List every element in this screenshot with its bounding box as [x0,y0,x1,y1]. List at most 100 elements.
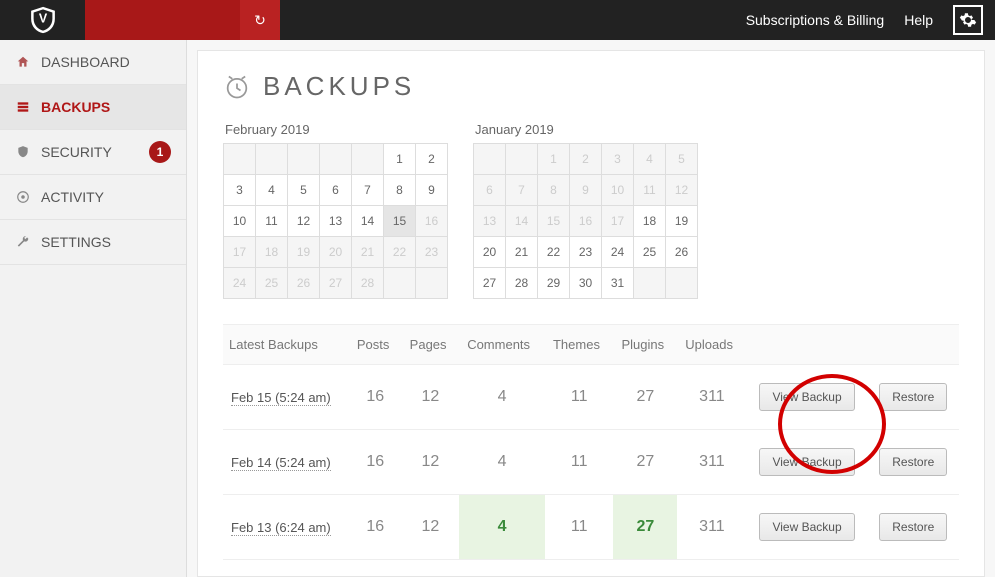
help-link[interactable]: Help [904,12,933,28]
calendar-day[interactable]: 19 [666,206,698,237]
backup-date[interactable]: Feb 14 (5:24 am) [223,430,349,495]
calendar-day[interactable]: 14 [352,206,384,237]
view-backup-button[interactable]: View Backup [759,513,854,541]
sidebar-item-label: BACKUPS [41,99,110,115]
calendar-day[interactable]: 31 [602,268,634,299]
calendar-day[interactable]: 26 [666,237,698,268]
calendar-day[interactable]: 25 [256,268,288,299]
calendar-day[interactable]: 17 [224,237,256,268]
calendar-day[interactable]: 16 [570,206,602,237]
cell-plugins: 27 [613,430,677,495]
table-row: Feb 13 (6:24 am)161241127311View BackupR… [223,495,959,560]
calendar-day[interactable]: 18 [634,206,666,237]
calendar-day[interactable]: 22 [384,237,416,268]
cell-pages: 12 [402,495,460,560]
sidebar-item-dashboard[interactable]: DASHBOARD [0,40,186,85]
calendar-day[interactable]: 8 [538,175,570,206]
calendar-day[interactable]: 11 [634,175,666,206]
calendar-day[interactable]: 1 [538,144,570,175]
backup-date[interactable]: Feb 15 (5:24 am) [223,365,349,430]
calendar-day[interactable]: 9 [570,175,602,206]
calendar-title: January 2019 [473,122,698,137]
calendar-day[interactable]: 4 [634,144,666,175]
sidebar-item-activity[interactable]: ACTIVITY [0,175,186,220]
calendars: February 2019 12345678910111213141516171… [223,122,959,299]
calendar-day[interactable]: 5 [666,144,698,175]
cell-comments: 4 [459,495,545,560]
calendar-day[interactable]: 20 [320,237,352,268]
calendar-title: February 2019 [223,122,448,137]
calendar-day[interactable]: 11 [256,206,288,237]
calendar-day[interactable]: 28 [506,268,538,299]
calendar-day[interactable]: 29 [538,268,570,299]
calendar-day[interactable]: 2 [416,144,448,175]
calendar-day[interactable]: 20 [474,237,506,268]
calendar-day[interactable]: 17 [602,206,634,237]
calendar-day[interactable]: 3 [224,175,256,206]
calendar-day[interactable]: 5 [288,175,320,206]
calendar-day[interactable]: 27 [474,268,506,299]
calendar-day[interactable]: 24 [224,268,256,299]
calendar-day[interactable]: 28 [352,268,384,299]
calendar-day[interactable]: 18 [256,237,288,268]
calendar-day [666,268,698,299]
calendar-day[interactable]: 1 [384,144,416,175]
calendar-day[interactable]: 8 [384,175,416,206]
logo[interactable]: V [0,0,85,40]
calendar-day[interactable]: 6 [320,175,352,206]
calendar-day[interactable]: 24 [602,237,634,268]
calendar-day[interactable]: 13 [474,206,506,237]
calendar-day[interactable]: 7 [352,175,384,206]
restore-button[interactable]: Restore [879,513,947,541]
calendar-day[interactable]: 21 [506,237,538,268]
calendar-day[interactable]: 2 [570,144,602,175]
col-pages: Pages [402,325,460,365]
restore-button[interactable]: Restore [879,383,947,411]
calendar-jan: January 2019 123456789101112131415161718… [473,122,698,299]
calendar-day[interactable]: 3 [602,144,634,175]
sidebar-item-security[interactable]: SECURITY 1 [0,130,186,175]
cell-themes: 11 [545,430,614,495]
sidebar-item-backups[interactable]: BACKUPS [0,85,186,130]
calendar-day[interactable]: 10 [602,175,634,206]
calendar-day[interactable]: 7 [506,175,538,206]
calendar-day[interactable]: 13 [320,206,352,237]
calendar-day[interactable]: 23 [570,237,602,268]
calendar-day[interactable]: 9 [416,175,448,206]
calendar-day[interactable]: 16 [416,206,448,237]
subscriptions-link[interactable]: Subscriptions & Billing [746,12,885,28]
calendar-day[interactable]: 22 [538,237,570,268]
backup-date[interactable]: Feb 13 (6:24 am) [223,495,349,560]
settings-gear-button[interactable] [953,5,983,35]
calendar-day[interactable]: 15 [384,206,416,237]
calendar-day[interactable]: 10 [224,206,256,237]
calendar-day[interactable]: 19 [288,237,320,268]
calendar-day[interactable]: 23 [416,237,448,268]
calendar-day[interactable]: 14 [506,206,538,237]
home-icon [15,54,31,70]
calendar-day[interactable]: 30 [570,268,602,299]
restore-button[interactable]: Restore [879,448,947,476]
sidebar: DASHBOARD BACKUPS SECURITY 1 ACTIVITY SE… [0,40,187,577]
refresh-button[interactable]: ↻ [240,0,280,40]
calendar-grid[interactable]: 1234567891011121314151617181920212223242… [223,143,448,299]
calendar-day[interactable]: 26 [288,268,320,299]
calendar-day [320,144,352,175]
table-header-row: Latest Backups Posts Pages Comments Them… [223,325,959,365]
cell-plugins: 27 [613,365,677,430]
calendar-day[interactable]: 4 [256,175,288,206]
calendar-day[interactable]: 25 [634,237,666,268]
calendar-day [352,144,384,175]
calendar-day[interactable]: 21 [352,237,384,268]
view-backup-button[interactable]: View Backup [759,383,854,411]
calendar-day[interactable]: 12 [666,175,698,206]
calendar-grid[interactable]: 1234567891011121314151617181920212223242… [473,143,698,299]
view-backup-button[interactable]: View Backup [759,448,854,476]
calendar-day[interactable]: 27 [320,268,352,299]
col-posts: Posts [349,325,402,365]
calendar-day[interactable]: 15 [538,206,570,237]
calendar-day[interactable]: 12 [288,206,320,237]
calendar-day[interactable]: 6 [474,175,506,206]
sidebar-item-settings[interactable]: SETTINGS [0,220,186,265]
cell-posts: 16 [349,430,402,495]
